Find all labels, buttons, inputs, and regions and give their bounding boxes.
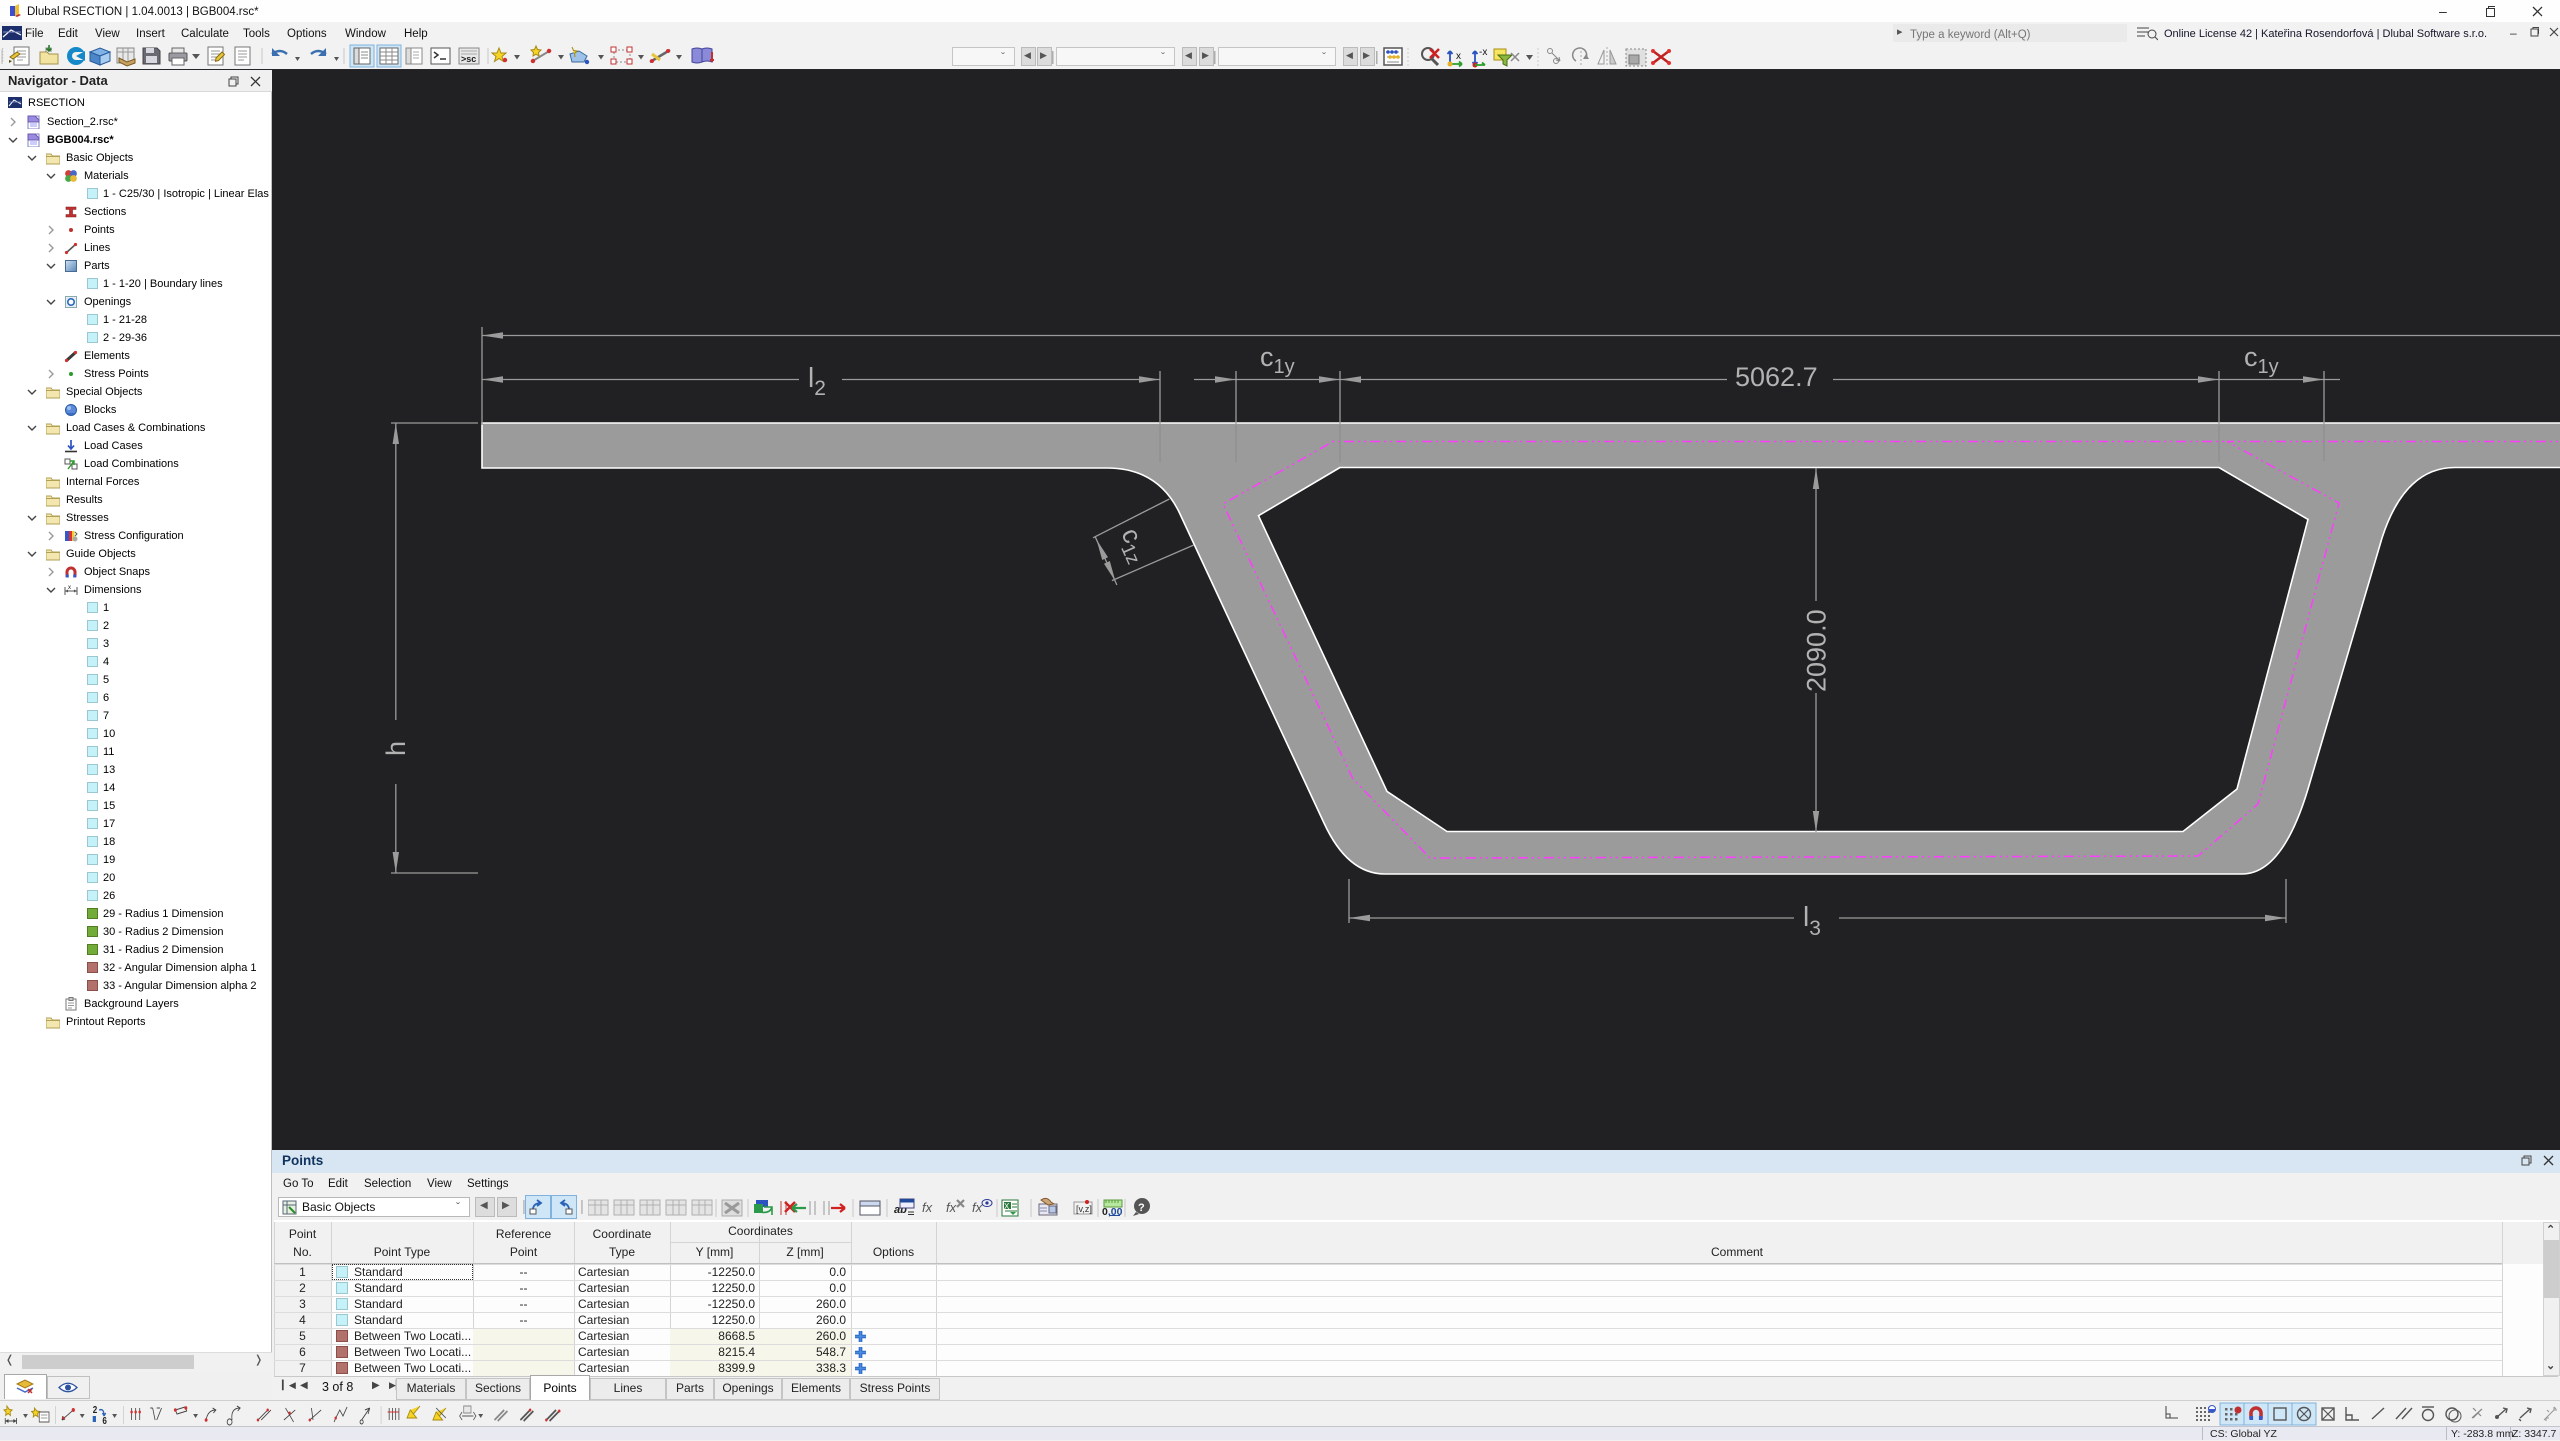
svg-text:2090.0: 2090.0 bbox=[1802, 609, 1832, 692]
svg-text:fx: fx bbox=[972, 1200, 983, 1215]
svg-text:c1y: c1y bbox=[2244, 342, 2279, 378]
svg-text:x: x bbox=[68, 585, 71, 591]
svg-text:-x: -x bbox=[1479, 47, 1487, 58]
svg-text:0,00: 0,00 bbox=[1102, 1206, 1123, 1218]
svg-text:>sc: >sc bbox=[461, 54, 476, 64]
svg-text:x: x bbox=[1456, 51, 1461, 62]
svg-text:X: X bbox=[1004, 1202, 1010, 1211]
svg-text:?: ? bbox=[1138, 1202, 1145, 1214]
svg-text:[v,z]: [v,z] bbox=[1076, 1204, 1092, 1214]
svg-text:5062.7: 5062.7 bbox=[1735, 362, 1818, 392]
svg-text:fx: fx bbox=[946, 1200, 957, 1215]
svg-text:c1z: c1z bbox=[1111, 523, 1156, 567]
svg-text:h: h bbox=[381, 741, 411, 756]
svg-text:l2: l2 bbox=[808, 362, 826, 400]
svg-text:c1y: c1y bbox=[1260, 342, 1295, 378]
svg-text:fx: fx bbox=[922, 1200, 933, 1215]
svg-text:l3: l3 bbox=[1803, 901, 1821, 940]
svg-text:2: 2 bbox=[93, 1404, 98, 1415]
svg-text:6: 6 bbox=[102, 1415, 107, 1426]
